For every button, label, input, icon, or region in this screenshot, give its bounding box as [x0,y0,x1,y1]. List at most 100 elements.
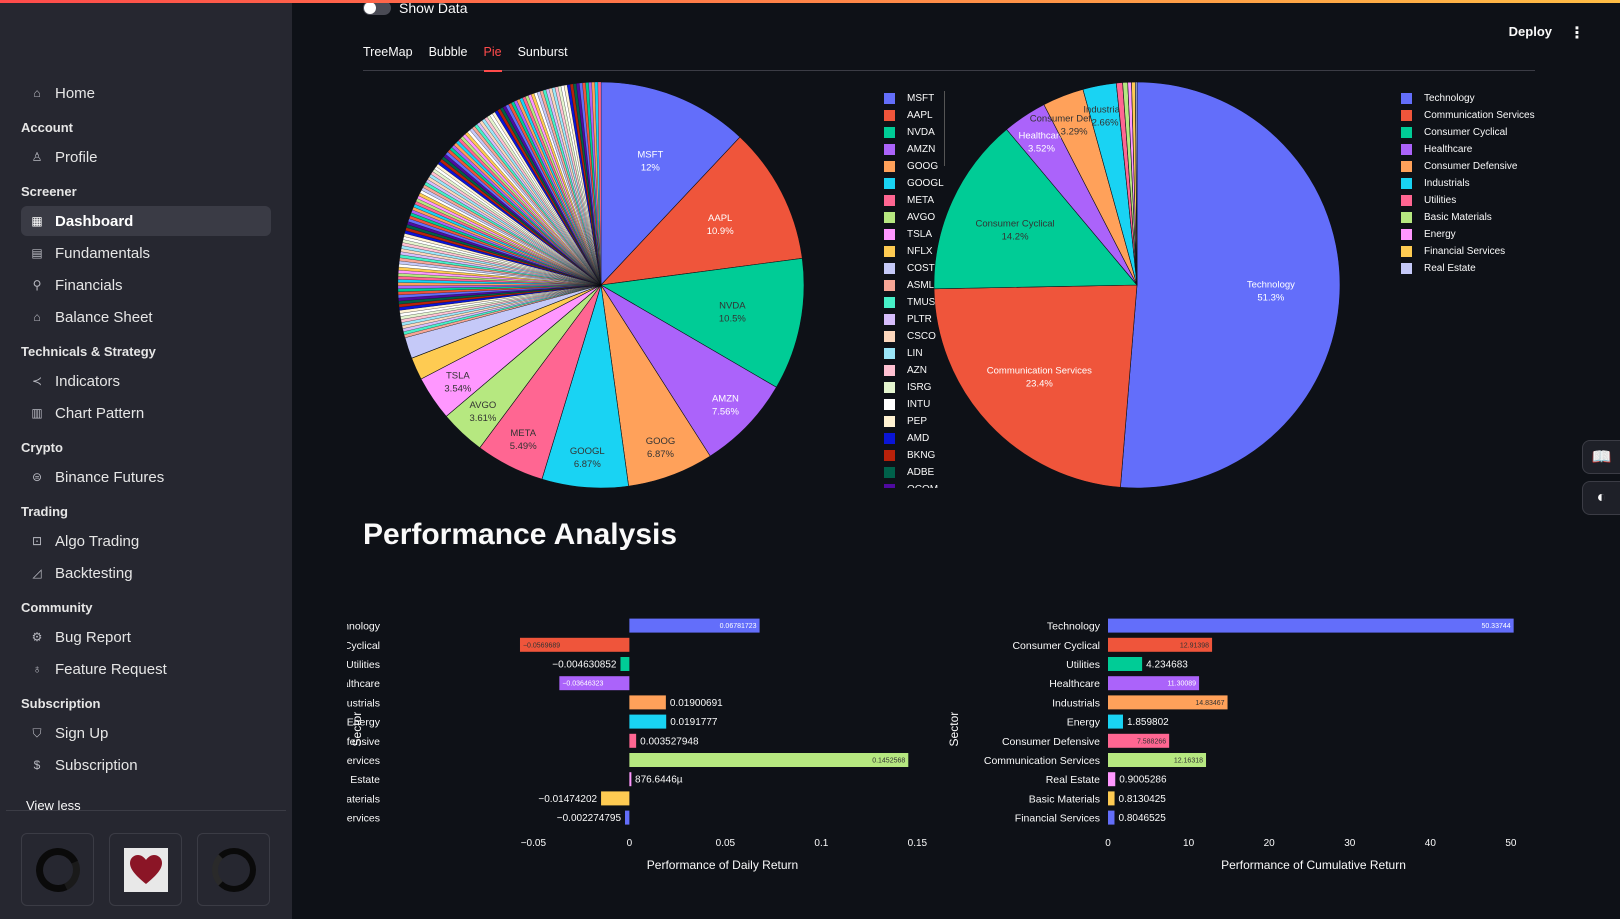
legend-swatch [1401,144,1412,155]
pie-percent-label: 3.61% [469,413,496,424]
legend-item-basic-materials[interactable]: Basic Materials [1401,209,1535,226]
legend-swatch [1401,212,1412,223]
legend-item-utilities[interactable]: Utilities [1401,192,1535,209]
avatar-card-1[interactable] [21,833,94,906]
coin-icon: ⊜ [31,470,43,484]
pie-percent-label: 7.56% [712,407,739,418]
category-label-consumer-cyclical: Consumer Cyclical [1012,640,1100,652]
sidebar-item-bug-report[interactable]: ⚙ Bug Report [21,622,271,652]
bar-value-label: 0.8046525 [1118,813,1166,824]
sidebar-item-dashboard[interactable]: ▦ Dashboard [21,206,271,236]
legend-label: Industrials [1424,178,1470,189]
legend-swatch [884,467,895,478]
sidebar-item-fundamentals[interactable]: ▤ Fundamentals [21,238,271,268]
y-axis-label: Sector [947,712,961,747]
sidebar-item-indicators[interactable]: ≺ Indicators [21,366,271,396]
sidebar-item-label: Profile [55,148,98,166]
sidebar-item-label: Feature Request [55,660,167,678]
legend-item-energy[interactable]: Energy [1401,226,1535,243]
legend-label: Technology [1424,93,1475,104]
sidebar-item-subscription[interactable]: $ Subscription [21,750,271,780]
legend-item-industrials[interactable]: Industrials [1401,175,1535,192]
bar-value-label: 0.06781723 [720,623,757,630]
legend-item-technology[interactable]: Technology [1401,90,1535,107]
legend-label: Basic Materials [1424,212,1492,223]
legend-item-healthcare[interactable]: Healthcare [1401,141,1535,158]
bar-value-label: 50.33744 [1481,623,1510,630]
legend-swatch [884,280,895,291]
sidebar-item-backtesting[interactable]: ◿ Backtesting [21,558,271,588]
pie-label: NVDA [719,300,746,311]
legend-swatch [1401,93,1412,104]
sidebar-item-balance-sheet[interactable]: ⌂ Balance Sheet [21,302,271,332]
daily-return-bar-chart[interactable]: SectorTechnology0.06781723Consumer Cycli… [347,615,932,895]
deploy-button[interactable]: Deploy [1509,24,1552,39]
theme-icon[interactable]: ◐ [1582,481,1620,515]
sidebar-item-binance-futures[interactable]: ⊜ Binance Futures [21,462,271,492]
bar-consumer-defensive [629,733,637,748]
sidebar-item-feature-request[interactable]: ♁ Feature Request [21,654,271,684]
robot-icon: ⊡ [31,534,43,548]
legend-item-communication-services[interactable]: Communication Services [1401,107,1535,124]
document-icon: ▤ [31,246,43,260]
dashboard-icon: ▦ [31,214,43,228]
sidebar-section-title: Technicals & Strategy [21,344,156,359]
sidebar-section-title: Crypto [21,440,63,455]
book-icon[interactable]: 📖 [1582,440,1620,474]
sidebar-item-profile[interactable]: ♙ Profile [21,142,271,172]
cumulative-return-bar-chart[interactable]: Sector Technology 50.33744 Consumer Cyclica… [944,615,1529,895]
x-tick-label: 40 [1425,838,1437,849]
sidebar-item-label: Algo Trading [55,532,140,550]
bar-value-label: −0.0569689 [523,642,560,649]
ring-logo [211,847,256,892]
avatar-card-2[interactable] [109,833,182,906]
sidebar-divider [6,810,286,811]
bug-icon: ⚙ [31,630,43,644]
tab-treemap[interactable]: TreeMap [363,43,413,71]
bar-value-label: 0.003527948 [640,736,699,747]
pie-label: Communication Services [987,366,1092,377]
legend-swatch [884,229,895,240]
legend-item-real-estate[interactable]: Real Estate [1401,260,1535,277]
bar-value-label: −0.03646323 [562,681,603,688]
ticker-pie-chart[interactable]: MSFT 12% AAPL 10.9% NVDA 10.5% AMZN 7.56% GOOG 6.… [391,75,811,495]
legend-swatch [884,161,895,172]
pie-percent-label: 3.54% [444,383,471,394]
legend-swatch [884,144,895,155]
avatar-card-3[interactable] [197,833,270,906]
category-label-healthcare: Healthcare [347,678,380,690]
legend-item-financial-services[interactable]: Financial Services [1401,243,1535,260]
bar-value-label: 1.859802 [1127,717,1169,728]
legend-item-consumer-cyclical[interactable]: Consumer Cyclical [1401,124,1535,141]
x-tick-label: 0 [627,838,633,849]
pie-label: GOOG [646,436,676,447]
sidebar-item-sign-up[interactable]: ⛉ Sign Up [21,718,271,748]
tab-bubble[interactable]: Bubble [429,43,468,71]
tab-sunburst[interactable]: Sunburst [518,43,568,71]
legend-swatch [884,127,895,138]
legend-swatch [884,450,895,461]
legend-item-consumer-defensive[interactable]: Consumer Defensive [1401,158,1535,175]
pie-percent-label: 12% [641,162,661,173]
sidebar-item-label: Home [55,84,96,102]
legend-swatch [884,348,895,359]
view-less-link[interactable]: View less [21,782,271,813]
sidebar-section-title: Subscription [21,696,101,711]
sidebar-item-chart-pattern[interactable]: ▥ Chart Pattern [21,398,271,428]
show-data-toggle[interactable] [363,1,391,15]
sidebar-item-home[interactable]: ⌂ Home [21,78,271,108]
bar-value-label: 0.1452568 [872,758,905,765]
category-label-consumer-cyclical: Consumer Cyclical [347,640,380,652]
main-menu-icon[interactable]: ⋮ [1569,23,1585,43]
bar-value-label: 7.588266 [1137,738,1166,745]
sidebar-item-algo-trading[interactable]: ⊡ Algo Trading [21,526,271,556]
sector-pie-chart[interactable]: Technology 51.3% Communication Services 23.… [927,75,1347,495]
bar-value-label: −0.01474202 [538,794,597,805]
bar-real-estate [1108,772,1116,787]
legend-label: AMD [907,433,930,444]
sidebar-item-financials[interactable]: ⚲ Financials [21,270,271,300]
indicator-icon: ≺ [31,374,43,388]
tab-pie[interactable]: Pie [483,43,502,72]
lightbulb-icon: ♁ [32,662,42,676]
sidebar-item-label: Binance Futures [55,468,165,486]
